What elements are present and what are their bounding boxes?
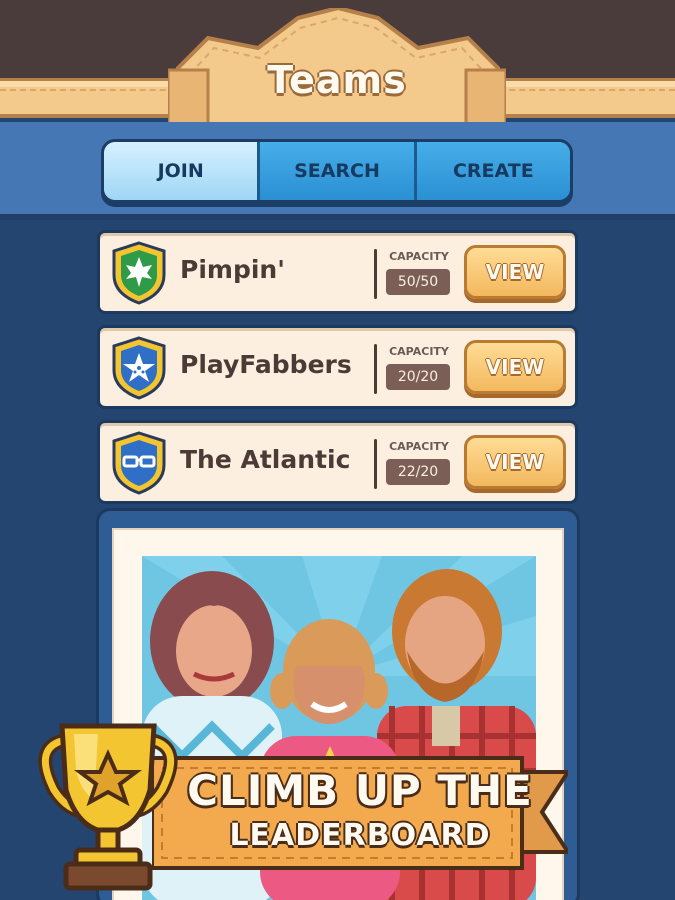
- divider: [374, 249, 377, 299]
- tab-bar: JOIN SEARCH CREATE: [101, 139, 573, 203]
- capacity-label: CAPACITY: [389, 345, 449, 358]
- team-name: PlayFabbers: [180, 350, 352, 379]
- team-name: Pimpin': [180, 255, 285, 284]
- team-shield-icon: [112, 336, 166, 400]
- promo-headline: CLIMB UP THE: [187, 766, 533, 815]
- team-row[interactable]: PlayFabbers CAPACITY 20/20 VIEW: [97, 325, 578, 409]
- capacity-value: 20/20: [386, 364, 450, 390]
- tab-create[interactable]: CREATE: [416, 142, 570, 200]
- divider: [374, 344, 377, 394]
- view-button[interactable]: VIEW: [464, 340, 566, 394]
- capacity-label: CAPACITY: [389, 440, 449, 453]
- capacity-label: CAPACITY: [389, 250, 449, 263]
- capacity-value: 22/20: [386, 459, 450, 485]
- tab-join[interactable]: JOIN: [104, 142, 261, 200]
- divider: [374, 439, 377, 489]
- trophy-icon: [38, 723, 178, 891]
- team-shield-icon: [112, 431, 166, 495]
- view-button[interactable]: VIEW: [464, 435, 566, 489]
- team-name: The Atlantic: [180, 445, 351, 474]
- promo-subheadline: LEADERBOARD: [229, 818, 491, 853]
- capacity-value: 50/50: [386, 269, 450, 295]
- team-row[interactable]: Pimpin' CAPACITY 50/50 VIEW: [97, 230, 578, 314]
- team-shield-icon: [112, 241, 166, 305]
- page-title: Teams: [267, 58, 407, 102]
- team-row[interactable]: The Atlantic CAPACITY 22/20 VIEW: [97, 420, 578, 504]
- view-button[interactable]: VIEW: [464, 245, 566, 299]
- tab-search[interactable]: SEARCH: [260, 142, 417, 200]
